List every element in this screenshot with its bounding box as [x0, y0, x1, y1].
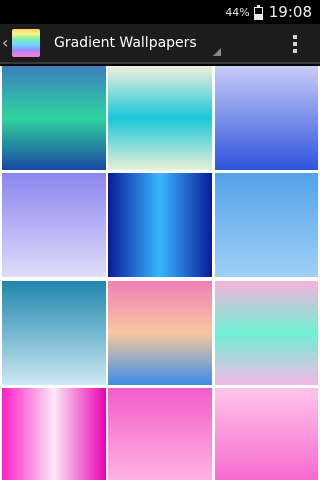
app-title: Gradient Wallpapers: [54, 35, 197, 51]
wallpaper-thumbnail-soft-pink[interactable]: [215, 388, 318, 480]
wallpaper-grid: [0, 66, 320, 480]
up-navigation-button[interactable]: ‹: [0, 23, 40, 63]
rainbow-gradient-icon: [12, 29, 40, 57]
wallpaper-thumbnail-lavender-fade[interactable]: [2, 173, 106, 277]
battery-icon: [253, 4, 263, 20]
wallpaper-thumbnail-hot-pink-fade[interactable]: [108, 388, 212, 480]
battery-percent: 44%: [225, 5, 250, 19]
action-bar: ‹ Gradient Wallpapers: [0, 24, 320, 64]
wallpaper-thumbnail-magenta-glow[interactable]: [2, 388, 106, 480]
wallpaper-thumbnail-ocean-teal[interactable]: [2, 281, 106, 385]
spinner-indicator-icon[interactable]: [213, 48, 221, 56]
status-indicators: 44% 19:08: [225, 0, 312, 24]
wallpaper-thumbnail-teal-green-navy[interactable]: [2, 66, 106, 170]
clock: 19:08: [268, 3, 312, 21]
wallpaper-thumbnail-royal-blue-glow[interactable]: [108, 173, 212, 277]
wallpaper-thumbnail-peach-sky[interactable]: [108, 281, 212, 385]
wallpaper-thumbnail-pastel-mint-pink[interactable]: [215, 281, 318, 385]
wallpaper-thumbnail-periwinkle-blue[interactable]: [215, 66, 318, 170]
wallpaper-thumbnail-sky-blue[interactable]: [215, 173, 318, 277]
up-caret-icon: ‹: [2, 33, 9, 52]
status-bar: 44% 19:08: [0, 0, 320, 24]
wallpaper-thumbnail-aqua-stripes[interactable]: [108, 66, 212, 170]
overflow-menu-icon[interactable]: [280, 24, 310, 64]
